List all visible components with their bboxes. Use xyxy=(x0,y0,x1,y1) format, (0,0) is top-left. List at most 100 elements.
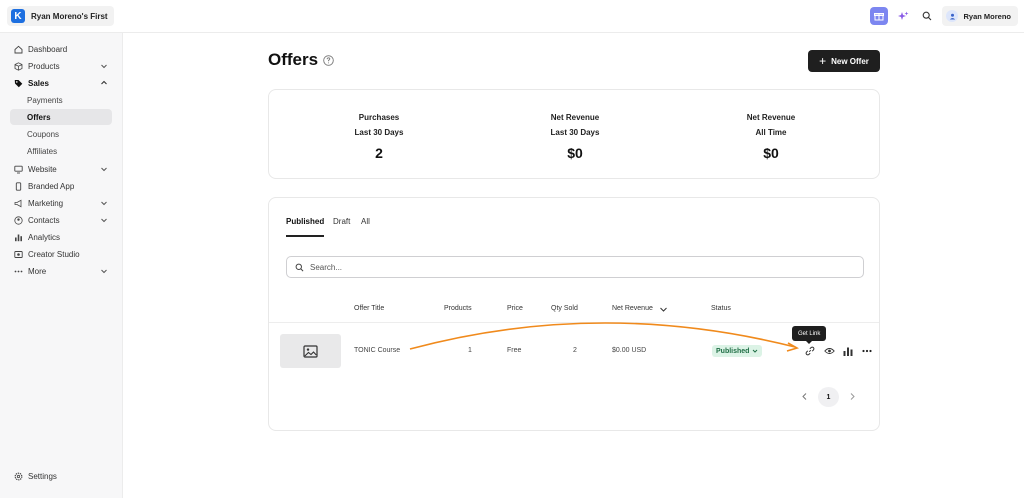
offer-products: 1 xyxy=(468,347,472,354)
stat-sublabel: Last 30 Days xyxy=(550,128,600,137)
stat-label: Net Revenue xyxy=(746,113,796,122)
workspace-name: Ryan Moreno's First xyxy=(31,11,108,21)
sparkle-icon[interactable] xyxy=(894,7,912,25)
sort-desc-icon[interactable] xyxy=(659,305,668,314)
brand-logo: K xyxy=(11,9,25,23)
stat-net-revenue-30d: Net Revenue Last 30 Days $0 xyxy=(505,110,645,161)
sidebar-item-settings[interactable]: Settings xyxy=(10,468,112,484)
sidebar-item-products[interactable]: Products xyxy=(10,58,112,74)
search-icon xyxy=(295,263,304,271)
chevron-down-icon xyxy=(101,167,107,172)
pagination-prev-icon[interactable] xyxy=(800,392,809,401)
search-field[interactable] xyxy=(286,256,864,278)
stat-value: 2 xyxy=(375,145,383,161)
preview-button[interactable] xyxy=(823,345,835,357)
column-header-status: Status xyxy=(711,305,731,312)
get-link-button[interactable] xyxy=(804,345,816,357)
get-link-tooltip: Get Link xyxy=(792,326,827,344)
pagination-next-icon[interactable] xyxy=(848,392,857,401)
sidebar-item-marketing[interactable]: Marketing xyxy=(10,195,112,211)
sidebar-item-offers[interactable]: Offers xyxy=(10,109,112,125)
offer-title[interactable]: TONIC Course xyxy=(354,347,400,354)
sidebar-item-more[interactable]: More xyxy=(10,263,112,279)
sidebar-item-website[interactable]: Website xyxy=(10,161,112,177)
bar-chart-icon xyxy=(843,347,853,356)
sidebar-item-label: Dashboard xyxy=(28,44,68,54)
image-icon xyxy=(303,344,318,358)
stats-card: Purchases Last 30 Days 2 Net Revenue Las… xyxy=(268,89,880,179)
sidebar-subitem-label: Affiliates xyxy=(27,146,58,156)
analytics-button[interactable] xyxy=(842,345,854,357)
more-actions-button[interactable] xyxy=(861,345,873,357)
search-input[interactable] xyxy=(310,262,810,272)
user-menu[interactable]: Ryan Moreno xyxy=(942,6,1018,26)
dots-icon xyxy=(13,266,23,276)
sidebar-item-label: Marketing xyxy=(28,198,64,208)
contacts-icon xyxy=(13,215,23,225)
chevron-down-icon xyxy=(101,64,107,69)
phone-icon xyxy=(13,181,23,191)
stat-label: Purchases xyxy=(358,113,400,122)
offer-thumbnail xyxy=(280,334,341,368)
top-bar: K Ryan Moreno's First Ryan Moreno xyxy=(0,0,1024,33)
sidebar-item-coupons[interactable]: Coupons xyxy=(10,126,112,142)
bar-chart-icon xyxy=(13,232,23,242)
stat-sublabel: All Time xyxy=(755,128,787,137)
sidebar-item-affiliates[interactable]: Affiliates xyxy=(10,143,112,159)
sidebar-item-contacts[interactable]: Contacts xyxy=(10,212,112,228)
column-header-qty-sold[interactable]: Qty Sold xyxy=(551,305,578,312)
sidebar: Dashboard Products Sales Payments Offers… xyxy=(0,33,123,498)
gear-icon xyxy=(13,471,23,481)
home-icon xyxy=(13,44,23,54)
active-tab-indicator xyxy=(286,235,324,237)
status-label: Published xyxy=(716,347,750,355)
search-icon[interactable] xyxy=(918,7,936,25)
stat-label: Net Revenue xyxy=(550,113,600,122)
tab-published[interactable]: Published xyxy=(286,217,324,226)
status-badge[interactable]: Published xyxy=(712,345,763,357)
stat-sublabel: Last 30 Days xyxy=(354,128,404,137)
tab-draft[interactable]: Draft xyxy=(333,217,350,226)
column-header-price[interactable]: Price xyxy=(507,305,523,312)
sidebar-item-creator-studio[interactable]: Creator Studio xyxy=(10,246,112,262)
sidebar-item-sales[interactable]: Sales xyxy=(10,75,112,91)
header-divider xyxy=(269,322,879,323)
pagination-current-page[interactable]: 1 xyxy=(818,387,839,407)
link-icon xyxy=(805,346,815,356)
sidebar-item-label: Creator Studio xyxy=(28,249,80,259)
eye-icon xyxy=(823,348,835,354)
sidebar-subitem-label: Offers xyxy=(27,112,51,122)
sidebar-item-label: Contacts xyxy=(28,215,60,225)
stat-purchases: Purchases Last 30 Days 2 xyxy=(309,110,449,161)
column-header-offer-title: Offer Title xyxy=(354,305,385,312)
offer-price: Free xyxy=(507,347,522,354)
monitor-icon xyxy=(13,164,23,174)
chevron-up-icon xyxy=(101,80,107,85)
sidebar-item-label: Settings xyxy=(28,471,57,481)
new-offer-label: New Offer xyxy=(831,56,869,66)
sidebar-item-label: Analytics xyxy=(28,232,61,242)
workspace-switcher[interactable]: K Ryan Moreno's First xyxy=(7,6,114,26)
gift-icon[interactable] xyxy=(870,7,889,25)
megaphone-icon xyxy=(13,198,23,208)
sidebar-item-label: Website xyxy=(28,164,57,174)
sidebar-item-payments[interactable]: Payments xyxy=(10,92,112,108)
sidebar-item-dashboard[interactable]: Dashboard xyxy=(10,41,112,57)
box-icon xyxy=(13,61,23,71)
tab-all[interactable]: All xyxy=(361,217,370,226)
sidebar-item-label: Products xyxy=(28,61,60,71)
avatar xyxy=(946,10,959,22)
sidebar-item-label: Sales xyxy=(28,78,49,88)
sidebar-subitem-label: Payments xyxy=(27,95,63,105)
sidebar-item-branded-app[interactable]: Branded App xyxy=(10,178,112,194)
stat-value: $0 xyxy=(567,145,583,161)
chevron-down-icon xyxy=(101,218,107,223)
help-icon[interactable] xyxy=(323,55,334,66)
chevron-down-icon xyxy=(101,269,107,274)
column-header-net-revenue[interactable]: Net Revenue xyxy=(612,305,653,312)
new-offer-button[interactable]: + New Offer xyxy=(808,50,880,72)
sidebar-item-analytics[interactable]: Analytics xyxy=(10,229,112,245)
column-header-products[interactable]: Products xyxy=(444,305,472,312)
offers-table-card: Published Draft All Offer Title Products… xyxy=(268,197,880,431)
sidebar-item-label: Branded App xyxy=(28,181,75,191)
